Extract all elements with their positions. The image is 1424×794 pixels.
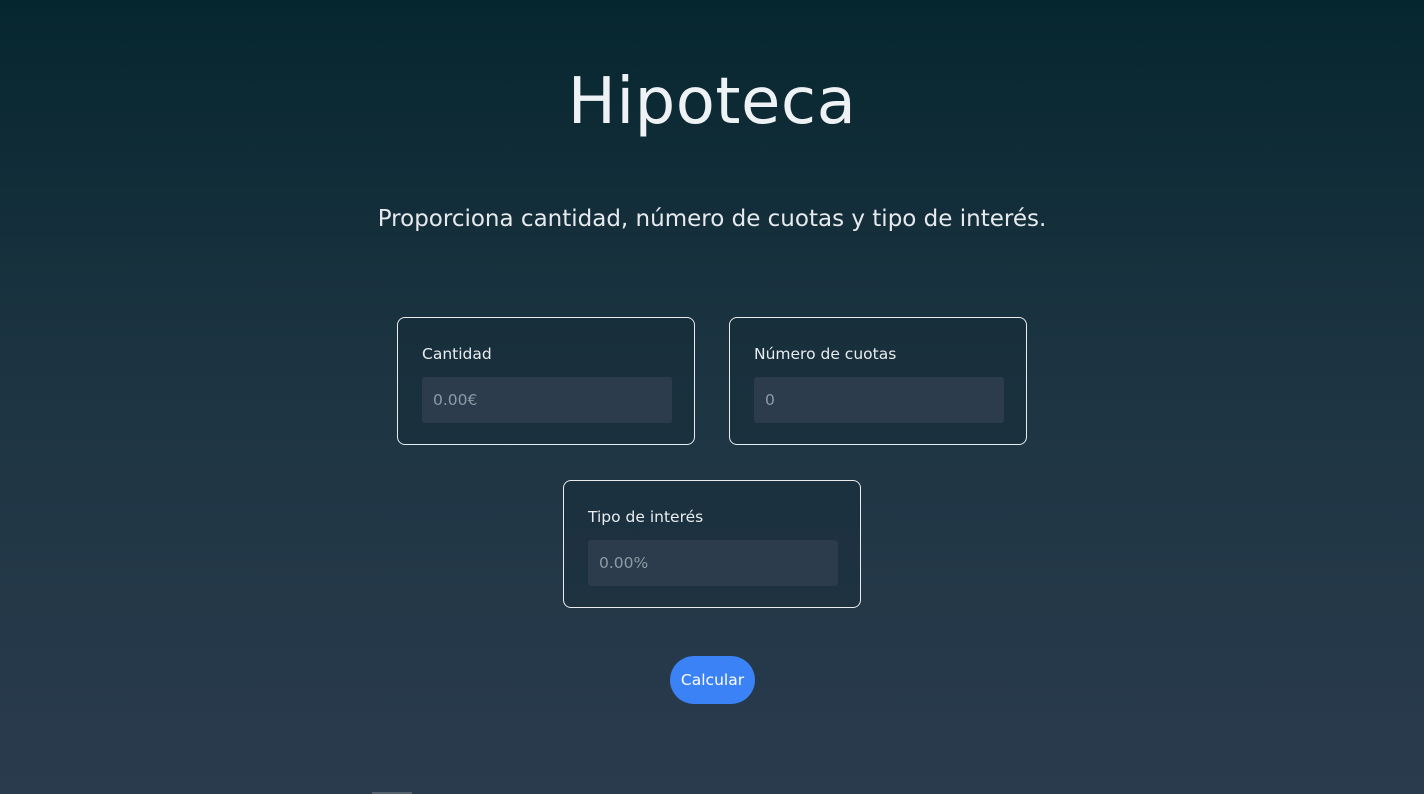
cuotas-card: Número de cuotas: [729, 317, 1027, 445]
cuotas-label: Número de cuotas: [754, 345, 897, 363]
cantidad-input[interactable]: [422, 377, 672, 423]
calcular-button[interactable]: Calcular: [670, 656, 755, 704]
interes-label: Tipo de interés: [588, 508, 704, 526]
interes-input[interactable]: [588, 540, 838, 586]
cuotas-input[interactable]: [754, 377, 1004, 423]
page-subtitle: Proporciona cantidad, número de cuotas y…: [377, 206, 1047, 232]
cantidad-label: Cantidad: [422, 345, 492, 363]
page-title: Hipoteca: [567, 65, 857, 139]
cantidad-card: Cantidad: [397, 317, 695, 445]
interes-card: Tipo de interés: [563, 480, 861, 608]
